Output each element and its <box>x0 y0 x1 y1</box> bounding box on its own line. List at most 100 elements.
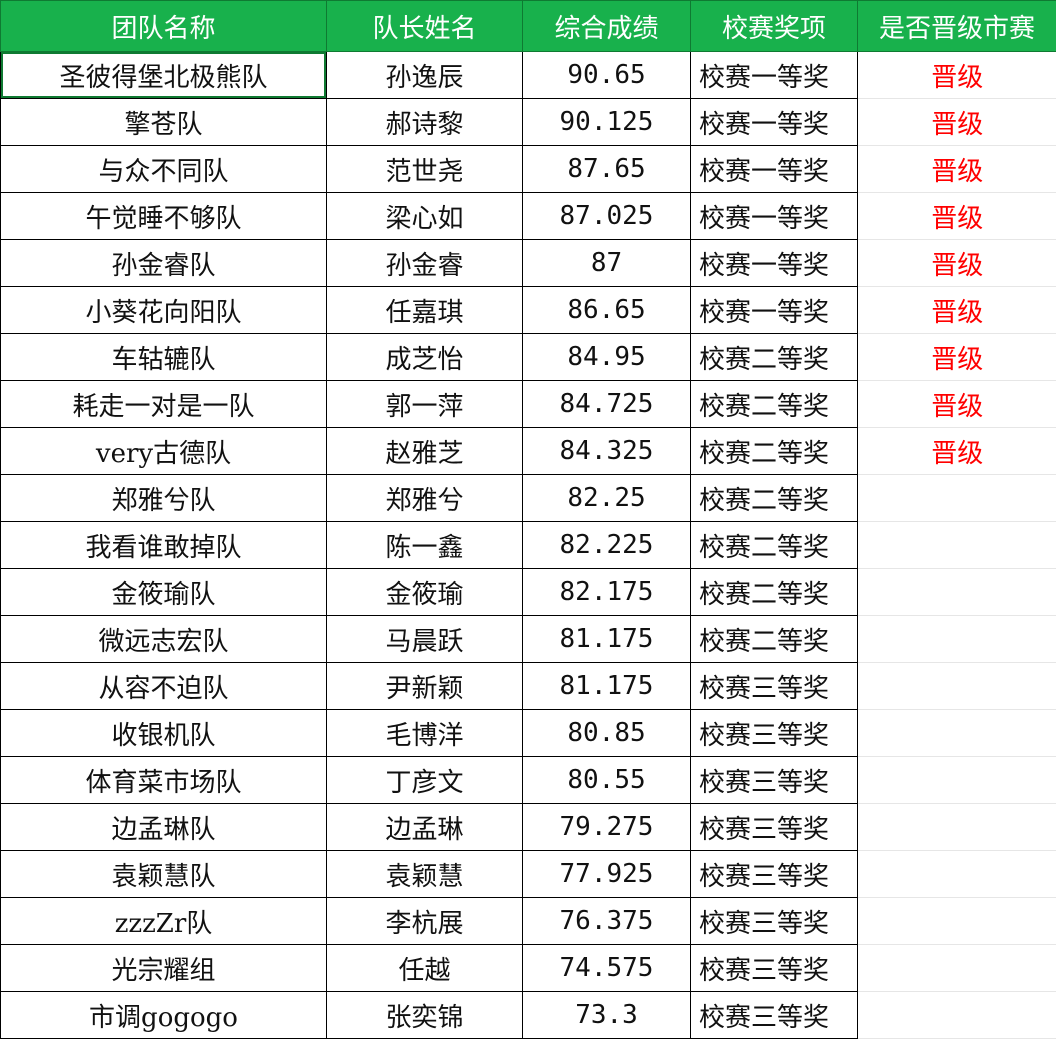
award-cell[interactable]: 校赛三等奖 <box>690 756 858 804</box>
award-cell[interactable]: 校赛三等奖 <box>690 944 858 992</box>
advance-cell[interactable] <box>857 944 1056 992</box>
advance-cell[interactable]: 晋级 <box>857 98 1056 146</box>
award-cell[interactable]: 校赛一等奖 <box>690 51 858 99</box>
team-name-cell[interactable]: 擎苍队 <box>0 98 327 146</box>
captain-name-cell[interactable]: 袁颖慧 <box>326 850 523 898</box>
award-cell[interactable]: 校赛一等奖 <box>690 145 858 193</box>
award-cell[interactable]: 校赛一等奖 <box>690 286 858 334</box>
advance-cell[interactable] <box>857 756 1056 804</box>
team-name-cell[interactable]: 袁颖慧队 <box>0 850 327 898</box>
captain-name-cell[interactable]: 梁心如 <box>326 192 523 240</box>
score-cell[interactable]: 82.175 <box>522 568 691 616</box>
advance-cell[interactable] <box>857 897 1056 945</box>
header-cell-advance[interactable]: 是否晋级市赛 <box>857 0 1056 52</box>
team-name-cell[interactable]: 小葵花向阳队 <box>0 286 327 334</box>
captain-name-cell[interactable]: 边孟琳 <box>326 803 523 851</box>
award-cell[interactable]: 校赛二等奖 <box>690 521 858 569</box>
team-name-cell[interactable]: 孙金睿队 <box>0 239 327 287</box>
captain-name-cell[interactable]: 赵雅芝 <box>326 427 523 475</box>
award-cell[interactable]: 校赛二等奖 <box>690 333 858 381</box>
team-name-cell[interactable]: 与众不同队 <box>0 145 327 193</box>
team-name-cell[interactable]: 体育菜市场队 <box>0 756 327 804</box>
captain-name-cell[interactable]: 尹新颖 <box>326 662 523 710</box>
award-cell[interactable]: 校赛一等奖 <box>690 239 858 287</box>
captain-name-cell[interactable]: 金筱瑜 <box>326 568 523 616</box>
header-cell-score[interactable]: 综合成绩 <box>522 0 691 52</box>
advance-cell[interactable] <box>857 709 1056 757</box>
team-name-cell[interactable]: 我看谁敢掉队 <box>0 521 327 569</box>
score-cell[interactable]: 73.3 <box>522 991 691 1039</box>
advance-cell[interactable]: 晋级 <box>857 380 1056 428</box>
score-cell[interactable]: 84.325 <box>522 427 691 475</box>
score-cell[interactable]: 74.575 <box>522 944 691 992</box>
score-cell[interactable]: 84.725 <box>522 380 691 428</box>
captain-name-cell[interactable]: 毛博洋 <box>326 709 523 757</box>
score-cell[interactable]: 79.275 <box>522 803 691 851</box>
captain-name-cell[interactable]: 范世尧 <box>326 145 523 193</box>
advance-cell[interactable] <box>857 521 1056 569</box>
team-name-cell[interactable]: 边孟琳队 <box>0 803 327 851</box>
captain-name-cell[interactable]: 张奕锦 <box>326 991 523 1039</box>
award-cell[interactable]: 校赛一等奖 <box>690 192 858 240</box>
advance-cell[interactable]: 晋级 <box>857 239 1056 287</box>
team-name-cell[interactable]: 金筱瑜队 <box>0 568 327 616</box>
team-name-cell[interactable]: 耗走一对是一队 <box>0 380 327 428</box>
team-name-cell[interactable]: 圣彼得堡北极熊队 <box>0 51 327 99</box>
score-cell[interactable]: 81.175 <box>522 615 691 663</box>
team-name-cell[interactable]: 微远志宏队 <box>0 615 327 663</box>
advance-cell[interactable] <box>857 662 1056 710</box>
team-name-cell[interactable]: 郑雅兮队 <box>0 474 327 522</box>
captain-name-cell[interactable]: 陈一鑫 <box>326 521 523 569</box>
score-cell[interactable]: 90.65 <box>522 51 691 99</box>
team-name-cell[interactable]: 收银机队 <box>0 709 327 757</box>
advance-cell[interactable]: 晋级 <box>857 427 1056 475</box>
award-cell[interactable]: 校赛二等奖 <box>690 380 858 428</box>
award-cell[interactable]: 校赛二等奖 <box>690 615 858 663</box>
captain-name-cell[interactable]: 郑雅兮 <box>326 474 523 522</box>
score-cell[interactable]: 84.95 <box>522 333 691 381</box>
header-cell-award[interactable]: 校赛奖项 <box>690 0 858 52</box>
captain-name-cell[interactable]: 任嘉琪 <box>326 286 523 334</box>
advance-cell[interactable] <box>857 615 1056 663</box>
award-cell[interactable]: 校赛三等奖 <box>690 850 858 898</box>
score-cell[interactable]: 80.55 <box>522 756 691 804</box>
award-cell[interactable]: 校赛三等奖 <box>690 803 858 851</box>
score-cell[interactable]: 77.925 <box>522 850 691 898</box>
score-cell[interactable]: 87.025 <box>522 192 691 240</box>
captain-name-cell[interactable]: 郭一萍 <box>326 380 523 428</box>
captain-name-cell[interactable]: 丁彦文 <box>326 756 523 804</box>
captain-name-cell[interactable]: 任越 <box>326 944 523 992</box>
advance-cell[interactable]: 晋级 <box>857 145 1056 193</box>
score-cell[interactable]: 82.225 <box>522 521 691 569</box>
team-name-cell[interactable]: 市调gogogo <box>0 991 327 1039</box>
score-cell[interactable]: 86.65 <box>522 286 691 334</box>
team-name-cell[interactable]: 光宗耀组 <box>0 944 327 992</box>
score-cell[interactable]: 80.85 <box>522 709 691 757</box>
advance-cell[interactable]: 晋级 <box>857 333 1056 381</box>
score-cell[interactable]: 87.65 <box>522 145 691 193</box>
advance-cell[interactable] <box>857 803 1056 851</box>
advance-cell[interactable] <box>857 850 1056 898</box>
team-name-cell[interactable]: 午觉睡不够队 <box>0 192 327 240</box>
score-cell[interactable]: 82.25 <box>522 474 691 522</box>
award-cell[interactable]: 校赛二等奖 <box>690 568 858 616</box>
score-cell[interactable]: 87 <box>522 239 691 287</box>
team-name-cell[interactable]: zzzZr队 <box>0 897 327 945</box>
award-cell[interactable]: 校赛二等奖 <box>690 474 858 522</box>
award-cell[interactable]: 校赛三等奖 <box>690 662 858 710</box>
advance-cell[interactable]: 晋级 <box>857 192 1056 240</box>
header-cell-captain-name[interactable]: 队长姓名 <box>326 0 523 52</box>
captain-name-cell[interactable]: 孙金睿 <box>326 239 523 287</box>
header-cell-team-name[interactable]: 团队名称 <box>0 0 327 52</box>
award-cell[interactable]: 校赛三等奖 <box>690 709 858 757</box>
score-cell[interactable]: 81.175 <box>522 662 691 710</box>
team-name-cell[interactable]: 从容不迫队 <box>0 662 327 710</box>
advance-cell[interactable] <box>857 474 1056 522</box>
team-name-cell[interactable]: very古德队 <box>0 427 327 475</box>
award-cell[interactable]: 校赛三等奖 <box>690 897 858 945</box>
score-cell[interactable]: 76.375 <box>522 897 691 945</box>
advance-cell[interactable] <box>857 568 1056 616</box>
team-name-cell[interactable]: 车轱辘队 <box>0 333 327 381</box>
advance-cell[interactable]: 晋级 <box>857 51 1056 99</box>
award-cell[interactable]: 校赛二等奖 <box>690 427 858 475</box>
